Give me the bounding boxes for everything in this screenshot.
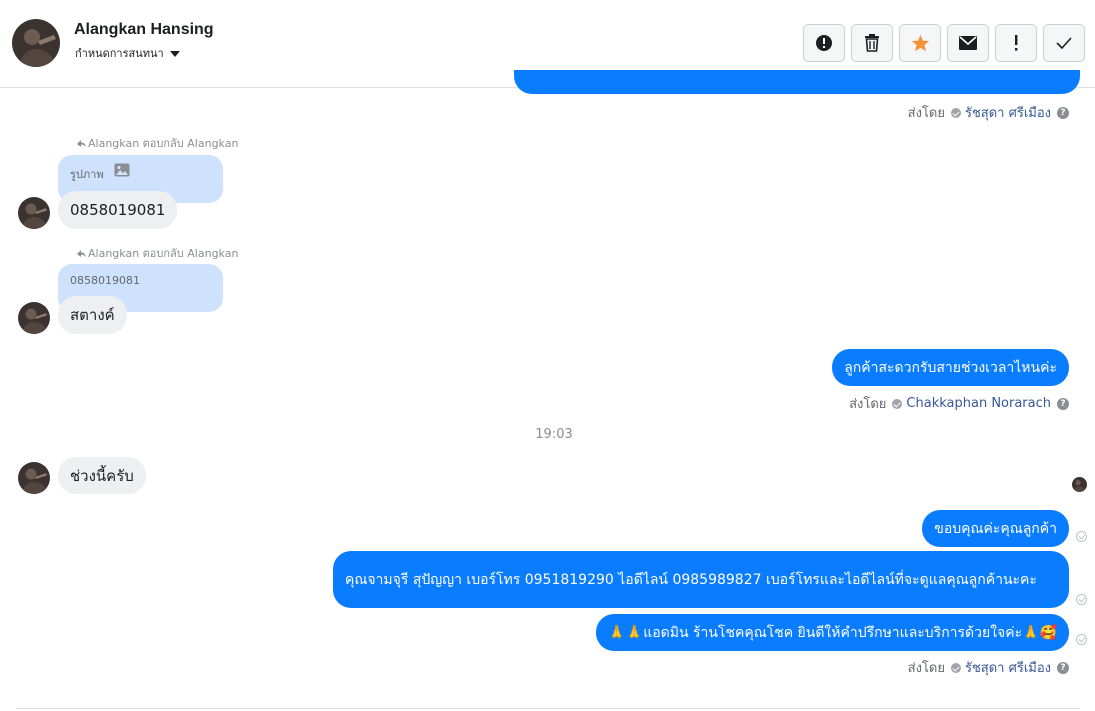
reply-label: Alangkan ตอบกลับ Alangkan (77, 244, 238, 262)
delivered-check-icon (1076, 594, 1087, 605)
reply-label-text: Alangkan ตอบกลับ Alangkan (88, 247, 239, 260)
exclamation-icon (1015, 35, 1018, 51)
conversation-settings-dropdown[interactable]: กำหนดการสนทนา (75, 44, 180, 62)
verified-icon (950, 107, 961, 118)
report-button[interactable] (803, 24, 845, 62)
reply-label-text: Alangkan ตอบกลับ Alangkan (88, 137, 239, 150)
reply-arrow-icon (77, 139, 86, 147)
trash-icon (865, 34, 879, 52)
sent-by-line: ส่งโดย รัชสุดา ศรีเมือง ? (908, 102, 1069, 123)
message-bubble-incoming[interactable]: สตางค์ (58, 296, 127, 334)
message-bubble-outgoing-partial (514, 70, 1080, 94)
help-icon[interactable]: ? (1057, 397, 1069, 410)
sender-name[interactable]: รัชสุดา ศรีเมือง (965, 102, 1051, 123)
reply-label: Alangkan ตอบกลับ Alangkan (77, 134, 238, 152)
help-icon[interactable]: ? (1057, 661, 1069, 674)
mark-unread-button[interactable] (947, 24, 989, 62)
delivered-check-icon (1076, 634, 1087, 645)
sent-by-prefix: ส่งโดย (907, 106, 945, 121)
delete-button[interactable] (851, 24, 893, 62)
message-bubble-outgoing[interactable]: ลูกค้าสะดวกรับสายช่วงเวลาไหนค่ะ (832, 349, 1069, 386)
sender-name[interactable]: Chakkaphan Norarach (906, 396, 1051, 411)
message-bubble-outgoing[interactable]: 🙏🙏แอดมิน ร้านโชคคุณโชค ยินดีให้คำปรึกษาแ… (596, 614, 1069, 651)
star-button[interactable] (899, 24, 941, 62)
sent-by-prefix: ส่งโดย (907, 661, 945, 676)
message-bubble-outgoing[interactable]: คุณจามจุรี สุปัญญา เบอร์โทร 0951819290 ไ… (333, 551, 1069, 608)
spam-button[interactable] (995, 24, 1037, 62)
star-icon (911, 34, 929, 52)
caret-down-icon (169, 50, 180, 57)
quoted-text: รูปภาพ (70, 168, 104, 181)
delivered-check-icon (1076, 531, 1087, 542)
help-icon[interactable]: ? (1057, 106, 1069, 119)
verified-icon (892, 398, 903, 409)
sender-avatar[interactable] (18, 462, 50, 494)
message-bubble-incoming[interactable]: 0858019081 (58, 191, 178, 229)
timestamp-divider: 19:03 (535, 427, 573, 442)
sent-by-line: ส่งโดย รัชสุดา ศรีเมือง ? (908, 657, 1069, 678)
image-icon (114, 163, 130, 177)
contact-avatar[interactable] (12, 19, 60, 67)
composer-divider (16, 708, 1080, 709)
message-bubble-incoming[interactable]: ช่วงนี้ครับ (58, 457, 146, 494)
sender-avatar[interactable] (18, 197, 50, 229)
contact-name[interactable]: Alangkan Hansing (74, 21, 214, 39)
sender-avatar[interactable] (18, 302, 50, 334)
conversation-toolbar (803, 24, 1085, 62)
reply-arrow-icon (77, 249, 86, 257)
sent-by-prefix: ส่งโดย (849, 397, 887, 412)
sent-by-line: ส่งโดย Chakkaphan Norarach ? (849, 393, 1069, 414)
conversation-settings-label: กำหนดการสนทนา (75, 47, 164, 60)
seen-avatar (1072, 477, 1087, 492)
quoted-text: 0858019081 (70, 274, 140, 287)
mark-done-button[interactable] (1043, 24, 1085, 62)
sender-name[interactable]: รัชสุดา ศรีเมือง (965, 657, 1051, 678)
envelope-icon (959, 36, 977, 50)
verified-icon (950, 662, 961, 673)
check-icon (1056, 37, 1072, 49)
message-bubble-outgoing[interactable]: ขอบคุณค่ะคุณลูกค้า (922, 510, 1069, 547)
alert-circle-icon (816, 35, 832, 51)
